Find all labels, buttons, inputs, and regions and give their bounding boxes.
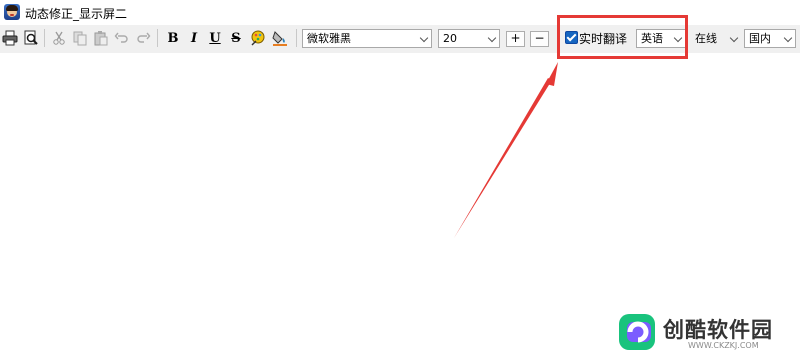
underline-icon[interactable]: U [205, 28, 225, 48]
font-family-value: 微软雅黑 [307, 32, 351, 45]
toolbar-separator [157, 29, 158, 47]
bold-icon[interactable]: B [163, 28, 183, 48]
increase-font-button[interactable]: + [506, 31, 525, 47]
mode-value: 在线 [695, 32, 717, 45]
font-size-select[interactable]: 20 [438, 29, 500, 48]
annotation-highlight-box [557, 15, 688, 59]
app-icon [4, 4, 20, 20]
print-preview-icon[interactable] [21, 28, 41, 48]
undo-icon[interactable] [112, 28, 132, 48]
copy-icon[interactable] [70, 28, 90, 48]
toolbar-separator [296, 29, 297, 47]
chevron-down-icon [729, 33, 739, 43]
print-icon[interactable] [0, 28, 20, 48]
region-value: 国内 [749, 32, 771, 45]
mode-select[interactable]: 在线 [690, 29, 742, 48]
background-color-icon[interactable] [270, 28, 290, 48]
cut-icon[interactable] [49, 28, 69, 48]
paste-icon[interactable] [91, 28, 111, 48]
chevron-down-icon [783, 33, 793, 43]
italic-icon[interactable]: I [184, 28, 204, 48]
region-select[interactable]: 国内 [744, 29, 796, 48]
text-color-icon[interactable] [248, 28, 268, 48]
toolbar-separator [44, 29, 45, 47]
chevron-down-icon [419, 33, 429, 43]
window-title: 动态修正_显示屏二 [25, 7, 128, 21]
font-family-select[interactable]: 微软雅黑 [302, 29, 432, 48]
watermark-logo [617, 312, 657, 352]
redo-icon[interactable] [133, 28, 153, 48]
chevron-down-icon [487, 33, 497, 43]
font-size-value: 20 [443, 32, 457, 45]
watermark-name: 创酷软件园 [663, 318, 773, 342]
watermark-url: WWW.CKZKJ.COM [688, 341, 759, 350]
decrease-font-button[interactable]: − [530, 31, 549, 47]
strikethrough-icon[interactable]: S [226, 28, 246, 48]
